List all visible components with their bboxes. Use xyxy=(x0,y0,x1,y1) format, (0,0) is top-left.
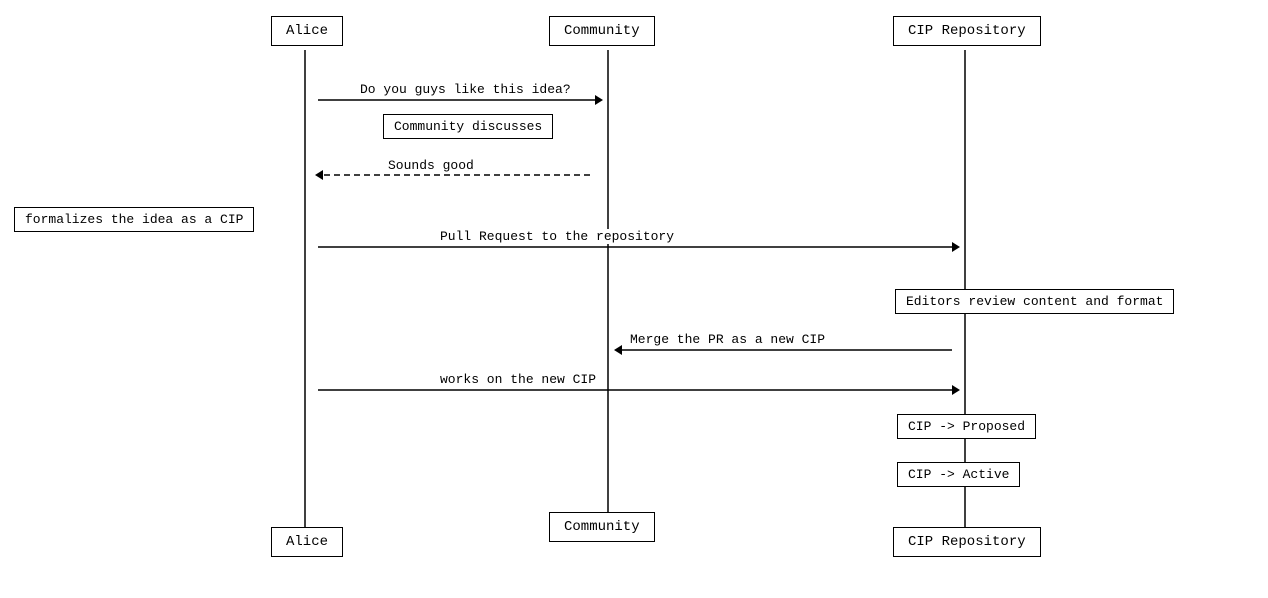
actor-alice-bottom: Alice xyxy=(271,527,343,557)
actor-alice-top: Alice xyxy=(271,16,343,46)
note-cip-active: CIP -> Active xyxy=(897,462,1020,487)
actor-cip-repo-top: CIP Repository xyxy=(893,16,1041,46)
note-community-discusses: Community discusses xyxy=(383,114,553,139)
label-sounds-good: Sounds good xyxy=(388,158,474,173)
note-formalizes: formalizes the idea as a CIP xyxy=(14,207,254,232)
label-merge-pr: Merge the PR as a new CIP xyxy=(630,332,825,347)
note-cip-proposed: CIP -> Proposed xyxy=(897,414,1036,439)
actor-community-top: Community xyxy=(549,16,655,46)
actor-cip-repo-bottom: CIP Repository xyxy=(893,527,1041,557)
label-pull-request: Pull Request to the repository xyxy=(440,229,674,244)
actor-community-bottom: Community xyxy=(549,512,655,542)
sequence-diagram: Alice Community CIP Repository Do you gu… xyxy=(0,0,1268,598)
label-ask: Do you guys like this idea? xyxy=(360,82,571,97)
label-works-on: works on the new CIP xyxy=(440,372,596,387)
note-editors-review: Editors review content and format xyxy=(895,289,1174,314)
